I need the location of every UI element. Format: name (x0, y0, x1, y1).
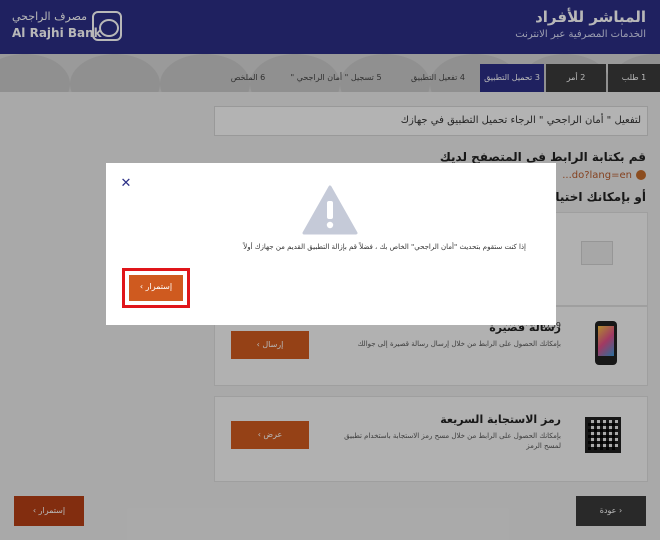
dialog-message: إذا كنت ستقوم بتحديث "أمان الراجحي" الخا… (243, 243, 526, 251)
update-warning-dialog: ✕ إذا كنت ستقوم بتحديث "أمان الراجحي" ال… (106, 163, 556, 325)
close-icon[interactable]: ✕ (120, 177, 132, 191)
dialog-continue-button[interactable]: إستمرار › (129, 275, 183, 301)
warning-icon (302, 185, 358, 235)
continue-highlight-frame: إستمرار › (122, 268, 190, 308)
